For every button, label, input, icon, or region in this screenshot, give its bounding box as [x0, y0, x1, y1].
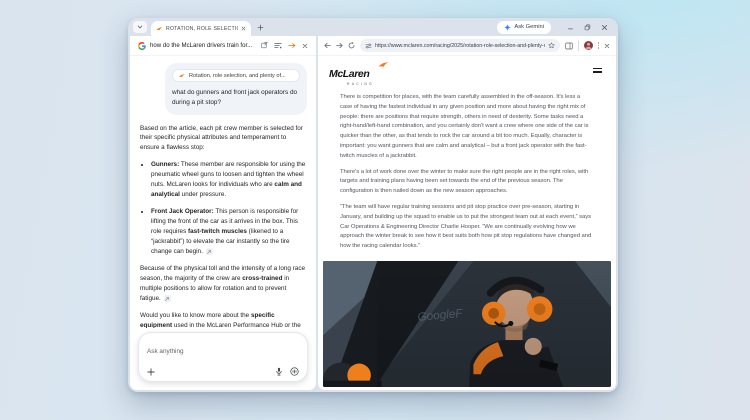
history-button[interactable]	[274, 42, 282, 49]
forward-button[interactable]	[336, 42, 343, 49]
gemini-response: Based on the article, each pit crew memb…	[140, 124, 307, 329]
tab-rotation-role-selection[interactable]: ROTATION, ROLE SELECTIO...	[151, 21, 251, 36]
tab-close-button[interactable]	[241, 26, 246, 31]
gemini-sparkle-icon	[504, 23, 512, 31]
bullet-gunners: Gunners: These member are responsible fo…	[151, 160, 307, 200]
site-settings-tune-icon	[365, 43, 372, 48]
mclaren-favicon	[156, 26, 163, 30]
article-body: There is competition for places, with th…	[318, 88, 616, 258]
window-controls	[567, 23, 608, 31]
minimize-button[interactable]	[567, 24, 574, 31]
add-attachment-button[interactable]	[147, 367, 155, 376]
close-icon	[241, 26, 246, 31]
chevron-down-icon	[137, 25, 143, 29]
user-question: what do gunners and front jack operators…	[172, 89, 298, 107]
response-followup: Would you like to know more about the sp…	[140, 311, 301, 328]
side-panel-icon	[564, 42, 573, 49]
close-icon	[601, 24, 608, 30]
reload-icon	[348, 42, 355, 49]
response-intro: Based on the article, each pit crew memb…	[140, 124, 303, 152]
person-icon	[584, 42, 592, 50]
article-paragraph: There is competition for places, with th…	[340, 94, 589, 159]
source-link-icon[interactable]	[205, 248, 213, 256]
new-chat-button[interactable]	[261, 42, 268, 49]
google-g-icon	[138, 41, 146, 50]
side-panel-toggle-button[interactable]	[564, 42, 573, 50]
voice-waveform-icon	[290, 367, 299, 376]
bookmark-button[interactable]	[548, 42, 555, 49]
chat-input[interactable]	[147, 348, 299, 355]
back-arrow-icon	[324, 42, 331, 49]
reload-button[interactable]	[348, 42, 355, 49]
side-panel-actions	[261, 42, 308, 49]
address-bar[interactable]: https://www.mclaren.com/racing/2025/rota…	[360, 39, 560, 52]
web-pane: https://www.mclaren.com/racing/2025/rota…	[318, 36, 616, 390]
split-view: how do the McLaren drivers train for...	[128, 36, 618, 392]
close-window-button[interactable]	[601, 24, 608, 31]
open-in-gemini-arrow-icon	[288, 43, 296, 48]
mclaren-logo[interactable]: McLaren RACING	[329, 62, 391, 86]
chat-input-box[interactable]	[138, 332, 308, 382]
chip-label: Rotation, role selection, and plenty of.…	[189, 72, 286, 79]
menu-button[interactable]	[593, 68, 602, 73]
gemini-live-button[interactable]	[290, 367, 299, 376]
back-button[interactable]	[324, 42, 331, 49]
mclaren-wordmark: McLaren	[329, 68, 370, 80]
close-icon	[604, 43, 610, 48]
response-bullets: Gunners: These member are responsible fo…	[140, 160, 307, 257]
plus-icon	[147, 367, 155, 376]
close-icon	[302, 43, 308, 48]
star-icon	[548, 42, 555, 49]
close-pane-button[interactable]	[604, 43, 610, 49]
close-side-panel-button[interactable]	[302, 43, 308, 49]
forward-arrow-icon	[336, 42, 343, 49]
tab-search-button[interactable]	[133, 21, 147, 33]
ask-gemini-button[interactable]: Ask Gemini	[497, 20, 551, 34]
page-context-chip[interactable]: Rotation, role selection, and plenty of.…	[172, 69, 300, 82]
tab-title: ROTATION, ROLE SELECTIO...	[166, 25, 238, 32]
ask-gemini-label: Ask Gemini	[514, 24, 544, 30]
toolbar-divider	[577, 40, 579, 51]
source-link-icon[interactable]	[163, 295, 171, 303]
new-tab-button[interactable]	[257, 24, 264, 31]
new-chat-icon	[261, 42, 268, 49]
conversation-title: how do the McLaren drivers train for...	[150, 42, 253, 49]
gemini-side-panel: how do the McLaren drivers train for...	[130, 36, 316, 390]
plus-icon	[257, 24, 264, 30]
microphone-icon	[276, 367, 282, 376]
pane-menu-button[interactable]	[597, 42, 599, 49]
history-icon	[274, 43, 282, 49]
minimize-icon	[568, 28, 573, 29]
racing-subtitle: RACING	[347, 82, 374, 86]
chat-transcript: Rotation, role selection, and plenty of.…	[130, 56, 316, 328]
tab-strip: ROTATION, ROLE SELECTIO... Ask Gemini	[128, 18, 618, 36]
desktop: ROTATION, ROLE SELECTIO... Ask Gemini ho…	[0, 0, 750, 420]
restore-button[interactable]	[584, 23, 591, 31]
bullet-front-jack: Front Jack Operator: This person is resp…	[151, 207, 307, 257]
open-in-gemini-button[interactable]	[288, 42, 296, 49]
mclaren-speedmark-icon	[378, 62, 389, 67]
input-right-actions	[275, 367, 299, 376]
restore-icon	[584, 23, 591, 30]
profile-avatar[interactable]	[583, 41, 593, 50]
browser-toolbar: https://www.mclaren.com/racing/2025/rota…	[318, 36, 616, 56]
side-panel-header: how do the McLaren drivers train for...	[130, 36, 316, 56]
pit-crew-photo-illustration: GoogleF	[323, 260, 611, 387]
user-message-bubble: Rotation, role selection, and plenty of.…	[165, 63, 307, 115]
mclaren-article-page: McLaren RACING There is competition for …	[318, 56, 616, 390]
article-paragraph: There's a lot of work done over the wint…	[340, 168, 589, 195]
site-header: McLaren RACING	[318, 56, 616, 88]
response-fatigue: Because of the physical toll and the int…	[140, 264, 306, 303]
mic-button[interactable]	[275, 367, 283, 376]
browser-window: ROTATION, ROLE SELECTIO... Ask Gemini ho…	[128, 18, 618, 392]
mclaren-favicon	[179, 73, 185, 77]
article-photo: GoogleF	[323, 260, 611, 387]
article-paragraph: “The team will have regular training ses…	[340, 203, 592, 250]
input-actions	[147, 367, 299, 376]
url-text: https://www.mclaren.com/racing/2025/rota…	[375, 42, 545, 49]
